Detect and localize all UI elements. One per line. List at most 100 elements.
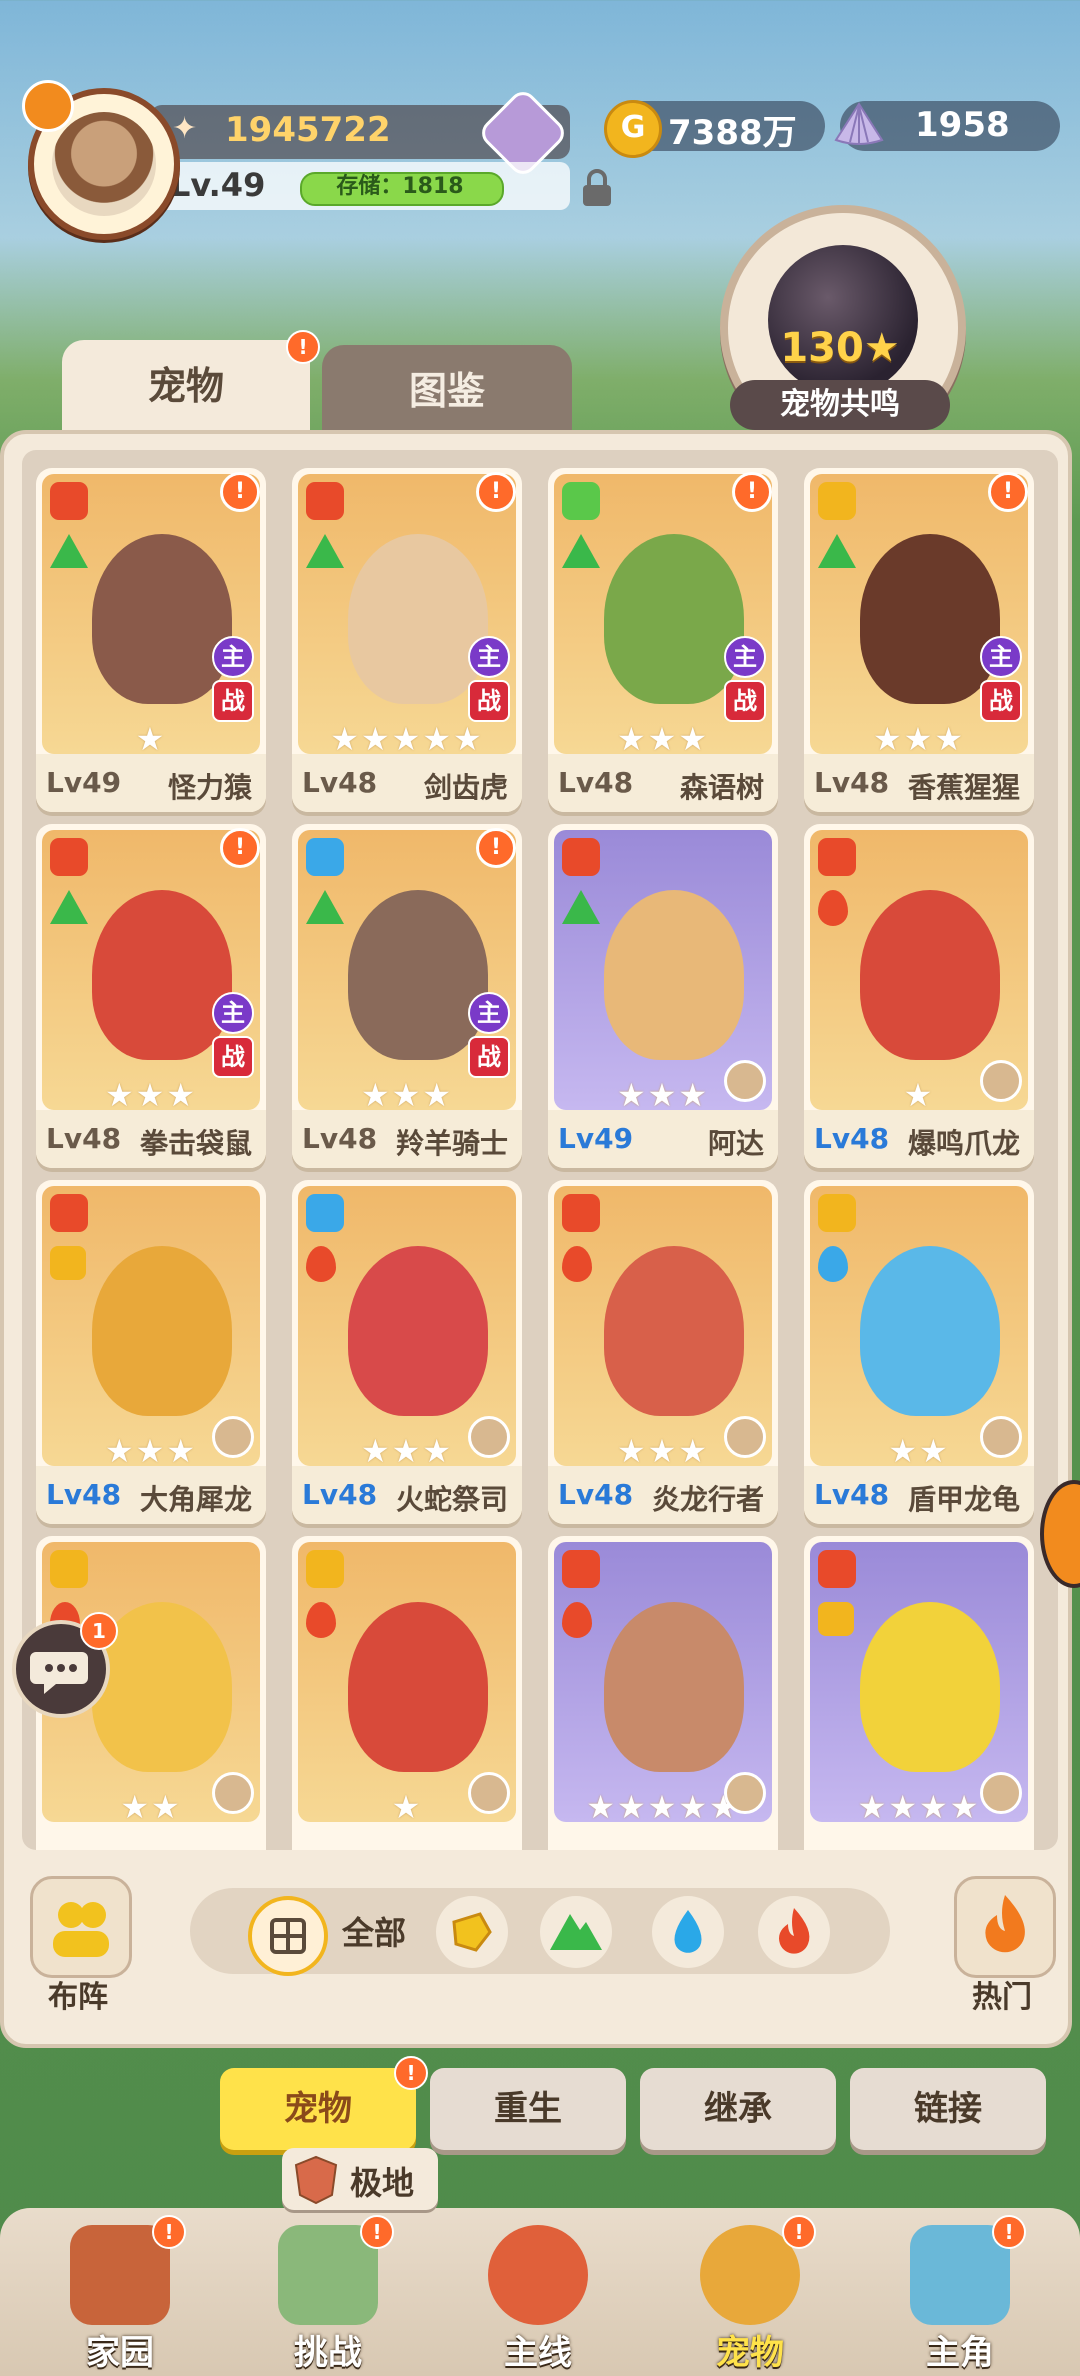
- pet-level: Lv48: [302, 766, 378, 799]
- pet-stars: ★★★: [360, 1076, 454, 1114]
- pet-card[interactable]: ★★★ Lv49 阿达: [548, 824, 778, 1168]
- lock-icon[interactable]: [580, 168, 614, 208]
- pet-card[interactable]: ★! 主战 Lv49 怪力猿: [36, 468, 266, 812]
- hot-button[interactable]: [954, 1876, 1056, 1978]
- nav-challenge[interactable]: 挑战 !: [238, 2215, 418, 2375]
- power-value: 1945722: [225, 110, 391, 150]
- resonance-orb-icon: [768, 245, 918, 395]
- pet-figure: [604, 890, 744, 1060]
- grid-icon: [270, 1918, 306, 1954]
- polar-icon: [294, 2155, 338, 2205]
- subtab-rebirth[interactable]: 重生: [430, 2068, 626, 2150]
- resonance-value: 130★: [780, 325, 900, 371]
- subtab-inherit[interactable]: 继承: [640, 2068, 836, 2150]
- element-icon: [562, 534, 600, 568]
- pet-figure: [348, 1246, 488, 1416]
- battle-badge: 战: [468, 680, 510, 722]
- tab-codex[interactable]: 图鉴: [322, 345, 572, 437]
- nav-hero[interactable]: 主角 !: [870, 2215, 1050, 2375]
- pet-stars: ★★★: [616, 720, 710, 758]
- pet-figure: [604, 1246, 744, 1416]
- storage-text: 存储：1818: [336, 174, 464, 199]
- element-icon: [562, 890, 600, 924]
- card-alert: !: [732, 472, 772, 512]
- class-icon: [818, 1550, 856, 1588]
- owner-avatar-icon: [468, 1772, 510, 1814]
- water-filter-icon[interactable]: [652, 1896, 724, 1968]
- pet-card[interactable]: ★★★★★! 主战 Lv48 剑齿虎: [292, 468, 522, 812]
- pet-card[interactable]: ★: [292, 1536, 522, 1850]
- pet-card[interactable]: ★★★! 主战 Lv48 森语树: [548, 468, 778, 812]
- element-icon: [562, 1602, 592, 1638]
- card-alert: !: [220, 472, 260, 512]
- nav-pets[interactable]: 宠物 !: [660, 2215, 840, 2375]
- owner-avatar-icon: [980, 1060, 1022, 1102]
- main-badge: 主: [724, 636, 766, 678]
- card-alert: !: [476, 828, 516, 868]
- main-badge: 主: [212, 636, 254, 678]
- pet-figure: [604, 1602, 744, 1772]
- player-level: Lv.49: [170, 166, 266, 204]
- class-icon: [50, 1550, 88, 1588]
- formation-button[interactable]: [30, 1876, 132, 1978]
- pet-info-row: Lv48 爆鸣爪龙: [804, 1110, 1034, 1168]
- pet-stars: ★★★★★: [330, 720, 484, 758]
- filter-all-label: 全部: [342, 1914, 407, 1952]
- nav-mainline[interactable]: 主线: [448, 2215, 628, 2375]
- class-icon: [562, 482, 600, 520]
- pet-level: Lv48: [814, 766, 890, 799]
- pet-info-row: Lv48 炎龙行者: [548, 1466, 778, 1524]
- pet-name: 拳击袋鼠: [139, 1127, 252, 1160]
- pet-card[interactable]: ★★★★★: [548, 1536, 778, 1850]
- grass-filter-icon[interactable]: [540, 1896, 612, 1968]
- subtab-pets-alert: !: [394, 2056, 428, 2090]
- element-icon: [306, 1246, 336, 1282]
- pet-info-row: Lv48 剑齿虎: [292, 754, 522, 812]
- pet-figure: [860, 534, 1000, 704]
- pet-grid[interactable]: ★! 主战 Lv49 怪力猿 ★★★★★! 主战 Lv48 剑齿虎 ★★★! 主战 Lv48 森语树 ★…: [22, 450, 1058, 1850]
- class-icon: [306, 1550, 344, 1588]
- pet-card[interactable]: ★★ Lv48 盾甲龙龟: [804, 1180, 1034, 1524]
- pet-card[interactable]: ★ Lv48 爆鸣爪龙: [804, 824, 1034, 1168]
- pet-info-row: Lv48 香蕉猩猩: [804, 754, 1034, 812]
- pet-name: 盾甲龙龟: [907, 1483, 1020, 1516]
- filter-all-button[interactable]: [248, 1896, 328, 1976]
- pet-stars: ★★★: [104, 1076, 198, 1114]
- pet-card[interactable]: ★★★! 主战 Lv48 香蕉猩猩: [804, 468, 1034, 812]
- pet-info-row: Lv49 阿达: [548, 1110, 778, 1168]
- pet-card[interactable]: ★★★ Lv48 火蛇祭司: [292, 1180, 522, 1524]
- pet-level: Lv48: [814, 1122, 890, 1155]
- pet-info-row: Lv48 火蛇祭司: [292, 1466, 522, 1524]
- tab-pets[interactable]: 宠物: [62, 340, 310, 432]
- earth-filter-icon[interactable]: [436, 1896, 508, 1968]
- pet-name: 炎龙行者: [651, 1483, 764, 1516]
- class-icon: [50, 838, 88, 876]
- subtab-link[interactable]: 链接: [850, 2068, 1046, 2150]
- nav-pets-alert: !: [782, 2215, 816, 2249]
- pet-level: Lv49: [46, 766, 122, 799]
- pet-card[interactable]: ★★★ Lv48 炎龙行者: [548, 1180, 778, 1524]
- subtab-pets[interactable]: 宠物: [220, 2068, 416, 2150]
- main-badge: 主: [212, 992, 254, 1034]
- nav-pets-label: 宠物: [716, 2333, 784, 2373]
- nav-challenge-alert: !: [360, 2215, 394, 2249]
- element-icon: [306, 890, 344, 924]
- element-icon: [50, 534, 88, 568]
- card-alert: !: [988, 472, 1028, 512]
- battle-badge: 战: [980, 680, 1022, 722]
- tab-pets-alert: !: [286, 330, 320, 364]
- coin-icon: G: [604, 100, 662, 158]
- class-icon: [818, 1194, 856, 1232]
- pet-card[interactable]: ★★★! 主战 Lv48 拳击袋鼠: [36, 824, 266, 1168]
- pet-card[interactable]: ★★★ Lv48 大角犀龙: [36, 1180, 266, 1524]
- main-badge: 主: [468, 636, 510, 678]
- pet-card[interactable]: ★★★! 主战 Lv48 羚羊骑士: [292, 824, 522, 1168]
- class-icon: [50, 482, 88, 520]
- nav-challenge-label: 挑战: [294, 2333, 362, 2373]
- pet-card[interactable]: ★★★★: [804, 1536, 1034, 1850]
- nav-home[interactable]: 家园 !: [30, 2215, 210, 2375]
- nav-hero-label: 主角: [926, 2333, 994, 2373]
- pet-stars: ★★★: [872, 720, 966, 758]
- class-icon: [306, 1194, 344, 1232]
- fire-filter-icon[interactable]: [758, 1896, 830, 1968]
